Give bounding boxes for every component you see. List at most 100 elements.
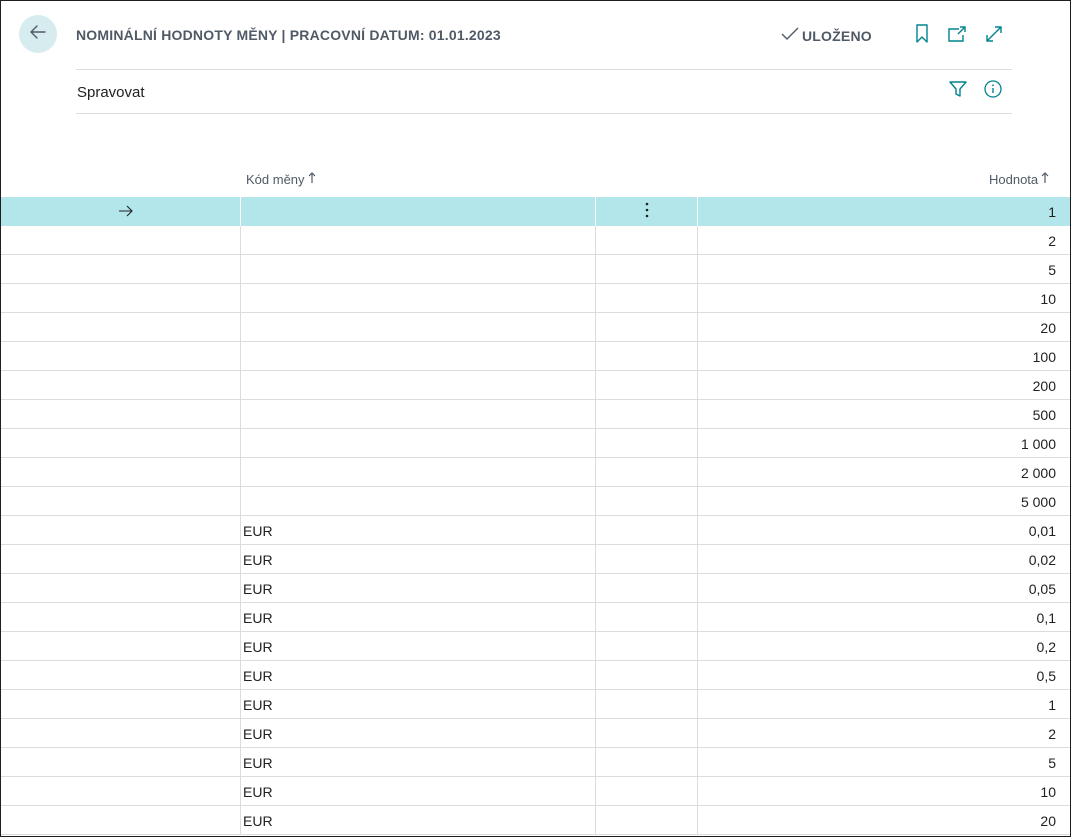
- back-button[interactable]: [19, 15, 57, 53]
- value-cell[interactable]: 20: [697, 806, 1070, 835]
- value-cell[interactable]: 2: [697, 719, 1070, 748]
- value-cell[interactable]: 0,05: [697, 574, 1070, 603]
- row-indicator-cell[interactable]: [1, 197, 240, 226]
- value-cell[interactable]: 5: [697, 748, 1070, 777]
- currency-code-cell[interactable]: [240, 313, 595, 342]
- currency-code-cell[interactable]: EUR: [240, 516, 595, 545]
- row-actions-cell[interactable]: [595, 719, 697, 748]
- row-actions-cell[interactable]: [595, 806, 697, 835]
- table-row[interactable]: 20: [1, 313, 1070, 342]
- currency-code-cell[interactable]: [240, 458, 595, 487]
- row-indicator-cell[interactable]: [1, 487, 240, 516]
- table-row[interactable]: EUR 0,5: [1, 661, 1070, 690]
- row-actions-cell[interactable]: [595, 690, 697, 719]
- row-indicator-cell[interactable]: [1, 284, 240, 313]
- row-actions-cell[interactable]: [595, 545, 697, 574]
- row-indicator-cell[interactable]: [1, 458, 240, 487]
- row-indicator-cell[interactable]: [1, 516, 240, 545]
- table-row[interactable]: EUR 2: [1, 719, 1070, 748]
- table-row[interactable]: 5 000: [1, 487, 1070, 516]
- value-cell[interactable]: 0,5: [697, 661, 1070, 690]
- row-indicator-cell[interactable]: [1, 429, 240, 458]
- currency-code-cell[interactable]: EUR: [240, 748, 595, 777]
- currency-code-cell[interactable]: [240, 284, 595, 313]
- manage-action[interactable]: Spravovat: [77, 84, 145, 101]
- value-cell[interactable]: 5: [697, 255, 1070, 284]
- column-header-currency-code[interactable]: Kód měny: [246, 172, 316, 187]
- row-indicator-cell[interactable]: [1, 574, 240, 603]
- row-actions-cell[interactable]: [595, 400, 697, 429]
- value-cell[interactable]: 5 000: [697, 487, 1070, 516]
- row-actions-cell[interactable]: [595, 342, 697, 371]
- row-actions-cell[interactable]: [595, 632, 697, 661]
- table-row[interactable]: 200: [1, 371, 1070, 400]
- row-actions-cell[interactable]: [595, 661, 697, 690]
- row-indicator-cell[interactable]: [1, 806, 240, 835]
- value-cell[interactable]: 10: [697, 284, 1070, 313]
- row-indicator-cell[interactable]: [1, 777, 240, 806]
- value-cell[interactable]: 1: [697, 690, 1070, 719]
- table-row[interactable]: EUR 0,2: [1, 632, 1070, 661]
- row-actions-cell[interactable]: [595, 226, 697, 255]
- row-actions-cell[interactable]: [595, 603, 697, 632]
- table-row[interactable]: 10: [1, 284, 1070, 313]
- currency-code-cell[interactable]: EUR: [240, 545, 595, 574]
- value-cell[interactable]: 500: [697, 400, 1070, 429]
- value-cell[interactable]: 0,2: [697, 632, 1070, 661]
- info-button[interactable]: [982, 79, 1004, 102]
- filter-button[interactable]: [947, 80, 969, 102]
- open-in-new-window-button[interactable]: [946, 25, 968, 47]
- row-actions-cell[interactable]: [595, 748, 697, 777]
- value-cell[interactable]: 20: [697, 313, 1070, 342]
- table-row[interactable]: EUR 5: [1, 748, 1070, 777]
- value-cell[interactable]: 0,1: [697, 603, 1070, 632]
- currency-code-cell[interactable]: [240, 487, 595, 516]
- row-actions-cell[interactable]: [595, 313, 697, 342]
- row-indicator-cell[interactable]: [1, 400, 240, 429]
- table-row[interactable]: EUR 1: [1, 690, 1070, 719]
- row-actions-cell[interactable]: [595, 458, 697, 487]
- bookmark-button[interactable]: [911, 23, 933, 47]
- more-vertical-icon[interactable]: [645, 202, 649, 221]
- table-row[interactable]: EUR 20: [1, 806, 1070, 835]
- row-actions-cell[interactable]: [595, 255, 697, 284]
- row-indicator-cell[interactable]: [1, 313, 240, 342]
- currency-code-cell[interactable]: EUR: [240, 777, 595, 806]
- table-row[interactable]: 2: [1, 226, 1070, 255]
- value-cell[interactable]: 0,01: [697, 516, 1070, 545]
- row-actions-cell[interactable]: [595, 574, 697, 603]
- table-row[interactable]: 100: [1, 342, 1070, 371]
- value-cell[interactable]: 0,02: [697, 545, 1070, 574]
- currency-code-cell[interactable]: [240, 429, 595, 458]
- currency-code-cell[interactable]: EUR: [240, 603, 595, 632]
- table-row[interactable]: EUR 0,02: [1, 545, 1070, 574]
- currency-code-cell[interactable]: EUR: [240, 806, 595, 835]
- row-indicator-cell[interactable]: [1, 371, 240, 400]
- table-row[interactable]: EUR 10: [1, 777, 1070, 806]
- table-row[interactable]: 2 000: [1, 458, 1070, 487]
- value-cell[interactable]: 1: [697, 197, 1070, 226]
- row-actions-cell[interactable]: [595, 429, 697, 458]
- currency-code-cell[interactable]: EUR: [240, 661, 595, 690]
- table-row[interactable]: 1: [1, 197, 1070, 226]
- table-row[interactable]: 1 000: [1, 429, 1070, 458]
- expand-button[interactable]: [983, 25, 1005, 47]
- row-indicator-cell[interactable]: [1, 342, 240, 371]
- row-actions-cell[interactable]: [595, 487, 697, 516]
- currency-code-cell[interactable]: [240, 400, 595, 429]
- row-indicator-cell[interactable]: [1, 226, 240, 255]
- value-cell[interactable]: 2: [697, 226, 1070, 255]
- column-header-value[interactable]: Hodnota: [989, 172, 1049, 187]
- currency-code-cell[interactable]: EUR: [240, 690, 595, 719]
- value-cell[interactable]: 2 000: [697, 458, 1070, 487]
- row-indicator-cell[interactable]: [1, 603, 240, 632]
- row-indicator-cell[interactable]: [1, 719, 240, 748]
- currency-code-cell[interactable]: [240, 342, 595, 371]
- row-actions-cell[interactable]: [595, 777, 697, 806]
- row-actions-cell[interactable]: [595, 284, 697, 313]
- table-row[interactable]: EUR 0,1: [1, 603, 1070, 632]
- currency-code-cell[interactable]: [240, 371, 595, 400]
- row-indicator-cell[interactable]: [1, 661, 240, 690]
- value-cell[interactable]: 200: [697, 371, 1070, 400]
- row-actions-cell[interactable]: [595, 516, 697, 545]
